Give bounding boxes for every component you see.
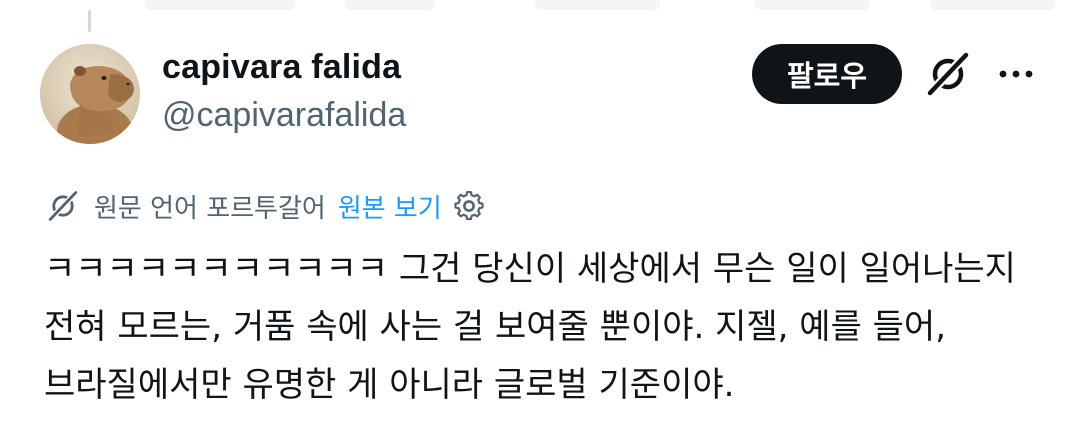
author-display-name[interactable]: capivara falida bbox=[162, 48, 401, 87]
follow-button[interactable]: 팔로우 bbox=[752, 44, 902, 104]
author-handle[interactable]: @capivarafalida bbox=[162, 96, 406, 135]
more-icon[interactable] bbox=[996, 60, 1036, 88]
capybara-avatar-image bbox=[40, 44, 140, 144]
avatar[interactable] bbox=[40, 44, 140, 144]
action-bar-stub bbox=[145, 0, 295, 10]
action-bar-stub bbox=[930, 0, 1055, 10]
top-context-bar bbox=[0, 0, 1075, 32]
grok-icon[interactable] bbox=[924, 50, 972, 98]
gear-icon[interactable] bbox=[452, 189, 486, 223]
translation-source-label: 원문 언어 포르투갈어 bbox=[94, 193, 326, 224]
tweet-text: ㅋㅋㅋㅋㅋㅋㅋㅋㅋㅋㅋ 그건 당신이 세상에서 무슨 일이 일어나는지 전혀 모… bbox=[44, 249, 1016, 405]
action-bar-stub bbox=[755, 0, 870, 10]
action-bar-stub bbox=[535, 0, 660, 10]
grok-translate-icon bbox=[48, 191, 78, 221]
thread-line bbox=[88, 10, 91, 32]
action-bar-stub bbox=[345, 0, 435, 10]
view-original-link[interactable]: 원본 보기 bbox=[338, 188, 442, 225]
translation-notice: 원문 언어 포르투갈어 원본 보기 bbox=[46, 186, 486, 226]
